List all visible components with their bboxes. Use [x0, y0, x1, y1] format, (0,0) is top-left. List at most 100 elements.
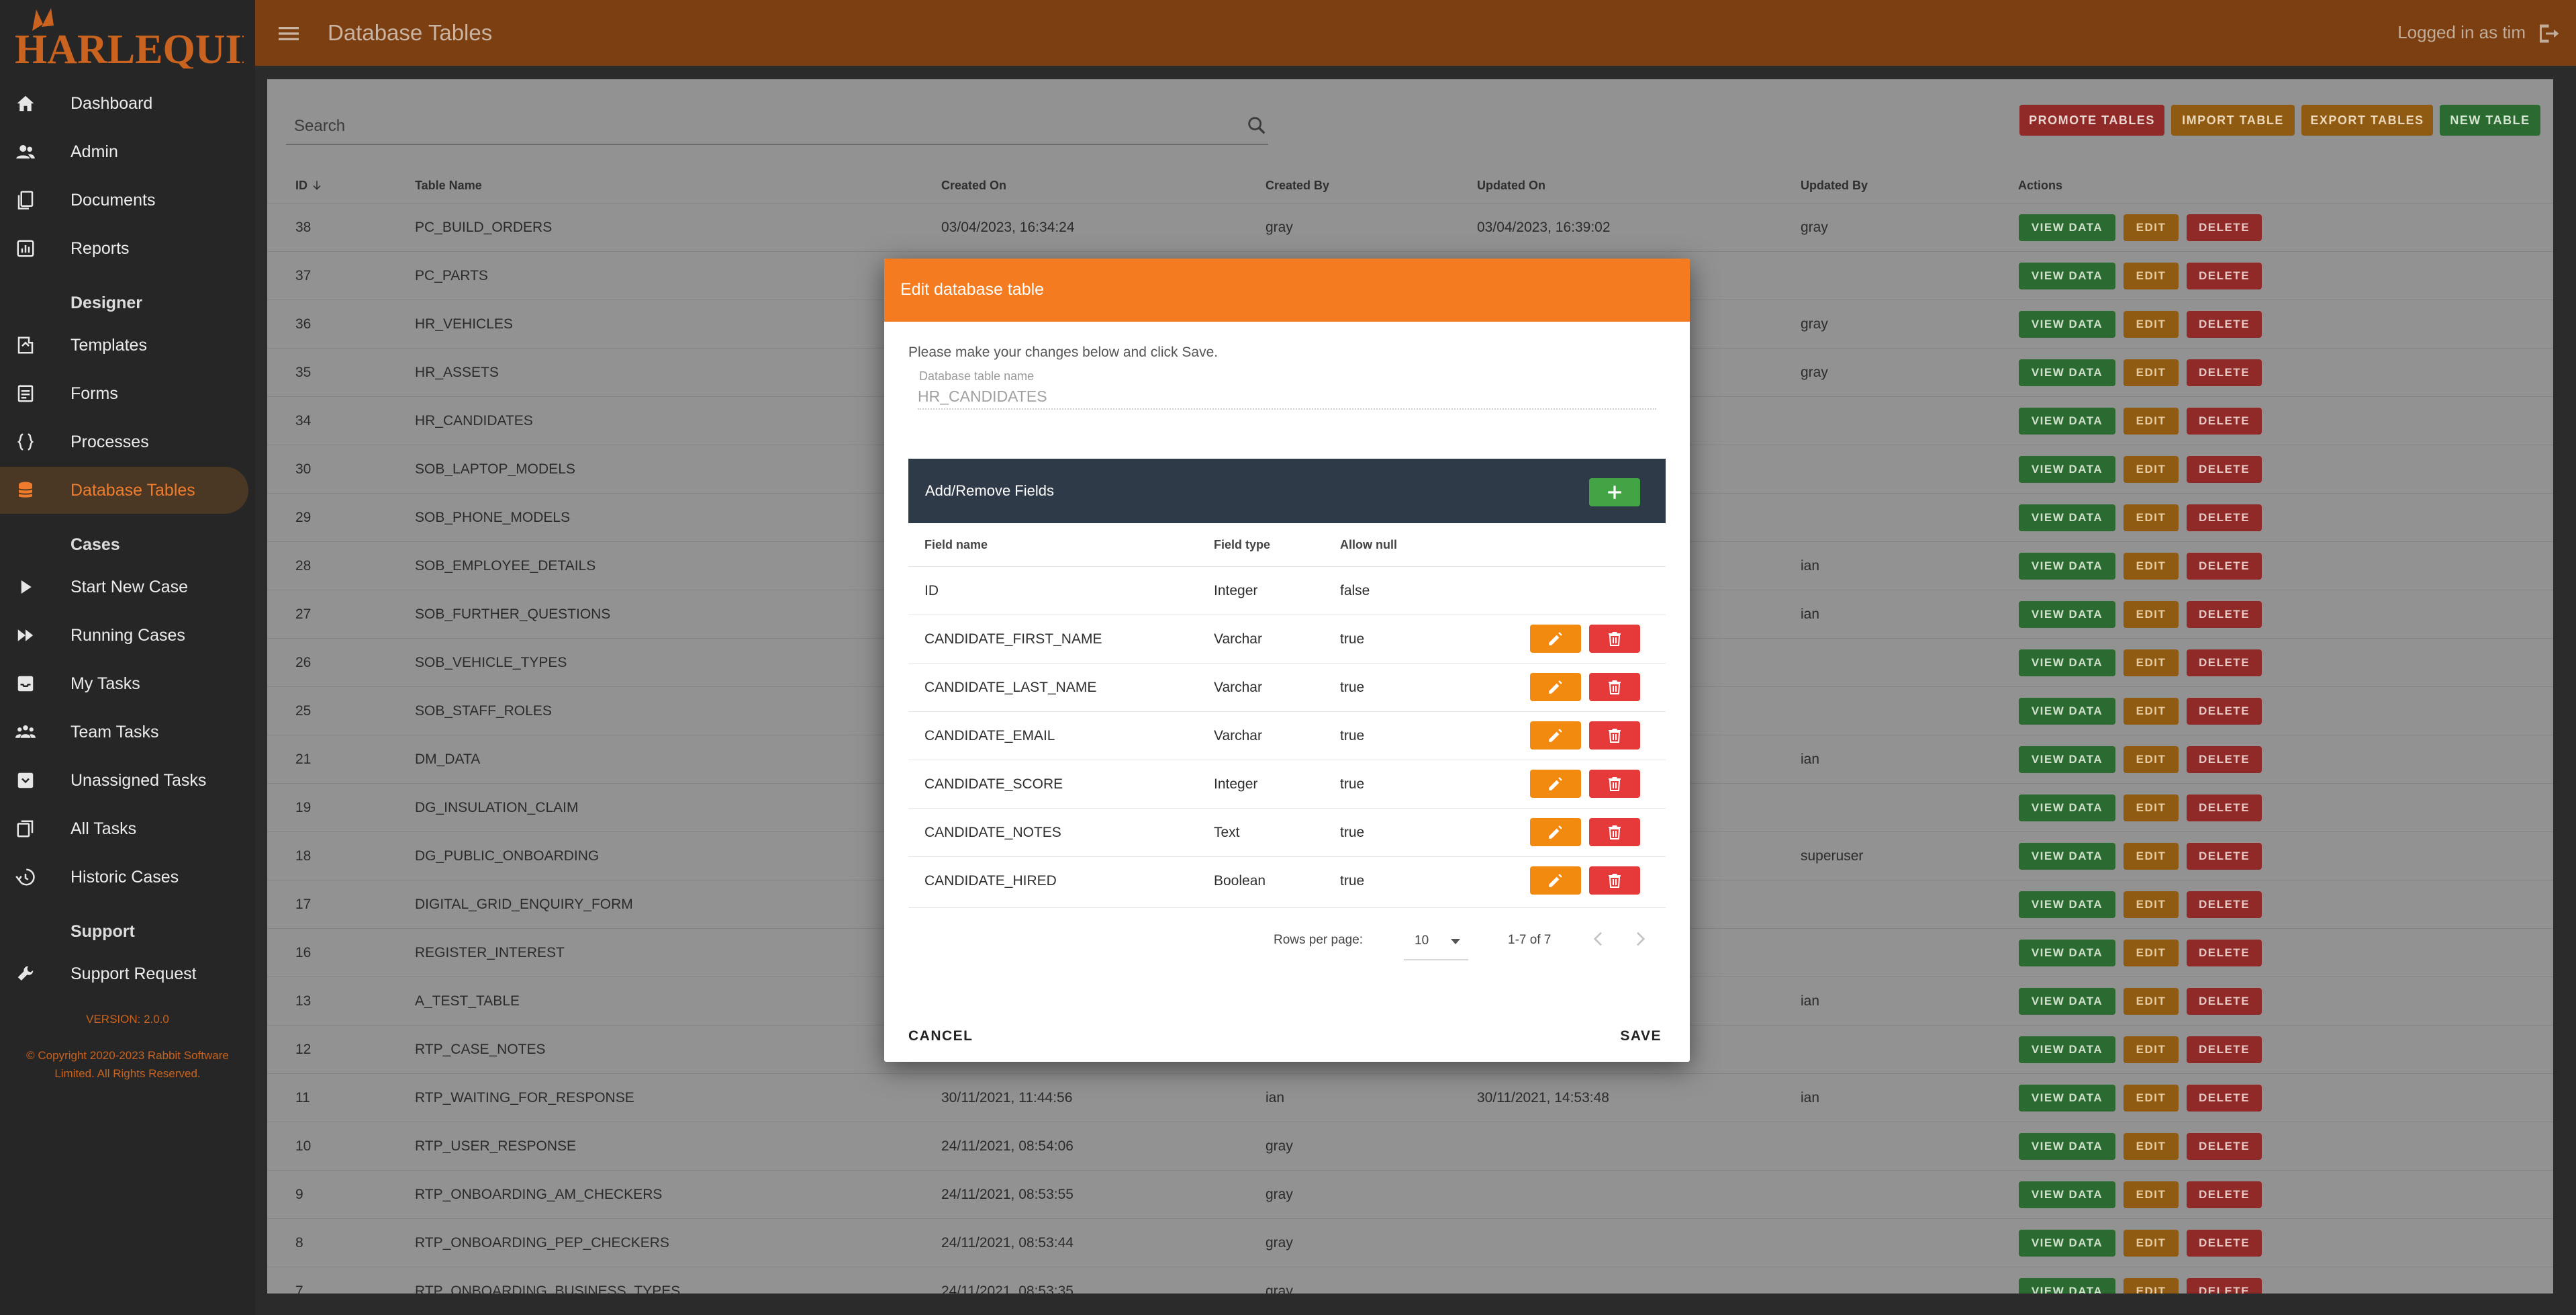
delete-field-button[interactable]: [1589, 625, 1640, 653]
view-data-button[interactable]: VIEW DATA: [2019, 214, 2115, 241]
view-data-button[interactable]: VIEW DATA: [2019, 1278, 2115, 1294]
edit-button[interactable]: EDIT: [2124, 940, 2179, 966]
delete-button[interactable]: DELETE: [2187, 746, 2262, 773]
delete-button[interactable]: DELETE: [2187, 408, 2262, 435]
delete-button[interactable]: DELETE: [2187, 601, 2262, 628]
edit-button[interactable]: EDIT: [2124, 1036, 2179, 1063]
logout-icon[interactable]: [2536, 21, 2560, 46]
sidebar-item-reports[interactable]: Reports: [0, 225, 248, 272]
edit-button[interactable]: EDIT: [2124, 1181, 2179, 1208]
delete-button[interactable]: DELETE: [2187, 649, 2262, 676]
header-table-name[interactable]: Table Name: [415, 179, 482, 193]
view-data-button[interactable]: VIEW DATA: [2019, 408, 2115, 435]
cancel-button[interactable]: CANCEL: [908, 1028, 973, 1044]
delete-button[interactable]: DELETE: [2187, 263, 2262, 289]
edit-field-button[interactable]: [1530, 818, 1581, 846]
sidebar-item-documents[interactable]: Documents: [0, 177, 248, 224]
view-data-button[interactable]: VIEW DATA: [2019, 746, 2115, 773]
delete-button[interactable]: DELETE: [2187, 359, 2262, 386]
delete-button[interactable]: DELETE: [2187, 1181, 2262, 1208]
edit-button[interactable]: EDIT: [2124, 746, 2179, 773]
delete-button[interactable]: DELETE: [2187, 214, 2262, 241]
view-data-button[interactable]: VIEW DATA: [2019, 263, 2115, 289]
view-data-button[interactable]: VIEW DATA: [2019, 795, 2115, 821]
delete-field-button[interactable]: [1589, 721, 1640, 750]
sidebar-item-all-tasks[interactable]: All Tasks: [0, 805, 248, 852]
delete-field-button[interactable]: [1589, 673, 1640, 701]
header-created-on[interactable]: Created On: [941, 179, 1006, 193]
delete-field-button[interactable]: [1589, 770, 1640, 798]
edit-button[interactable]: EDIT: [2124, 1230, 2179, 1257]
sidebar-item-templates[interactable]: Templates: [0, 322, 248, 369]
view-data-button[interactable]: VIEW DATA: [2019, 456, 2115, 483]
edit-button[interactable]: EDIT: [2124, 601, 2179, 628]
view-data-button[interactable]: VIEW DATA: [2019, 843, 2115, 870]
promote-tables-button[interactable]: PROMOTE TABLES: [2019, 105, 2164, 136]
edit-button[interactable]: EDIT: [2124, 795, 2179, 821]
edit-field-button[interactable]: [1530, 866, 1581, 895]
delete-button[interactable]: DELETE: [2187, 504, 2262, 531]
delete-button[interactable]: DELETE: [2187, 891, 2262, 918]
view-data-button[interactable]: VIEW DATA: [2019, 1036, 2115, 1063]
sidebar-item-database-tables[interactable]: Database Tables: [0, 467, 248, 514]
view-data-button[interactable]: VIEW DATA: [2019, 1085, 2115, 1112]
menu-icon[interactable]: [275, 20, 302, 47]
edit-field-button[interactable]: [1530, 721, 1581, 750]
sidebar-item-dashboard[interactable]: Dashboard: [0, 80, 248, 127]
search-input[interactable]: [293, 113, 1206, 140]
new-table-button[interactable]: NEW TABLE: [2440, 105, 2540, 136]
edit-button[interactable]: EDIT: [2124, 311, 2179, 338]
delete-button[interactable]: DELETE: [2187, 843, 2262, 870]
save-button[interactable]: SAVE: [1620, 1028, 1662, 1044]
delete-field-button[interactable]: [1589, 818, 1640, 846]
sidebar-item-historic-cases[interactable]: Historic Cases: [0, 854, 248, 901]
view-data-button[interactable]: VIEW DATA: [2019, 940, 2115, 966]
edit-button[interactable]: EDIT: [2124, 408, 2179, 435]
view-data-button[interactable]: VIEW DATA: [2019, 1230, 2115, 1257]
sidebar-item-support-request[interactable]: Support Request: [0, 950, 248, 997]
edit-button[interactable]: EDIT: [2124, 263, 2179, 289]
chevron-right-icon[interactable]: [1629, 928, 1651, 950]
edit-button[interactable]: EDIT: [2124, 1133, 2179, 1160]
edit-button[interactable]: EDIT: [2124, 359, 2179, 386]
edit-field-button[interactable]: [1530, 673, 1581, 701]
header-created-by[interactable]: Created By: [1266, 179, 1329, 193]
view-data-button[interactable]: VIEW DATA: [2019, 311, 2115, 338]
table-name-field[interactable]: [918, 384, 1656, 410]
delete-button[interactable]: DELETE: [2187, 988, 2262, 1015]
chevron-left-icon[interactable]: [1588, 928, 1609, 950]
view-data-button[interactable]: VIEW DATA: [2019, 698, 2115, 725]
delete-button[interactable]: DELETE: [2187, 311, 2262, 338]
edit-button[interactable]: EDIT: [2124, 504, 2179, 531]
delete-field-button[interactable]: [1589, 866, 1640, 895]
add-field-button[interactable]: [1589, 478, 1640, 506]
edit-button[interactable]: EDIT: [2124, 553, 2179, 580]
edit-button[interactable]: EDIT: [2124, 698, 2179, 725]
edit-field-button[interactable]: [1530, 770, 1581, 798]
harlequin-logo[interactable]: HARLEQUIN: [12, 4, 244, 69]
delete-button[interactable]: DELETE: [2187, 456, 2262, 483]
header-updated-on[interactable]: Updated On: [1477, 179, 1545, 193]
edit-field-button[interactable]: [1530, 625, 1581, 653]
rows-per-page-select[interactable]: 10: [1404, 928, 1468, 960]
edit-button[interactable]: EDIT: [2124, 456, 2179, 483]
delete-button[interactable]: DELETE: [2187, 795, 2262, 821]
edit-button[interactable]: EDIT: [2124, 649, 2179, 676]
sidebar-item-processes[interactable]: Processes: [0, 418, 248, 465]
export-tables-button[interactable]: EXPORT TABLES: [2301, 105, 2433, 136]
view-data-button[interactable]: VIEW DATA: [2019, 553, 2115, 580]
delete-button[interactable]: DELETE: [2187, 698, 2262, 725]
edit-button[interactable]: EDIT: [2124, 214, 2179, 241]
import-table-button[interactable]: IMPORT TABLE: [2171, 105, 2295, 136]
sidebar-item-team-tasks[interactable]: Team Tasks: [0, 709, 248, 756]
delete-button[interactable]: DELETE: [2187, 1133, 2262, 1160]
edit-button[interactable]: EDIT: [2124, 891, 2179, 918]
edit-button[interactable]: EDIT: [2124, 988, 2179, 1015]
sidebar-item-forms[interactable]: Forms: [0, 370, 248, 417]
search-icon[interactable]: [1245, 114, 1268, 137]
sort-arrow-icon[interactable]: [311, 179, 323, 191]
edit-button[interactable]: EDIT: [2124, 1085, 2179, 1112]
sidebar-item-unassigned-tasks[interactable]: Unassigned Tasks: [0, 757, 248, 804]
view-data-button[interactable]: VIEW DATA: [2019, 988, 2115, 1015]
view-data-button[interactable]: VIEW DATA: [2019, 891, 2115, 918]
